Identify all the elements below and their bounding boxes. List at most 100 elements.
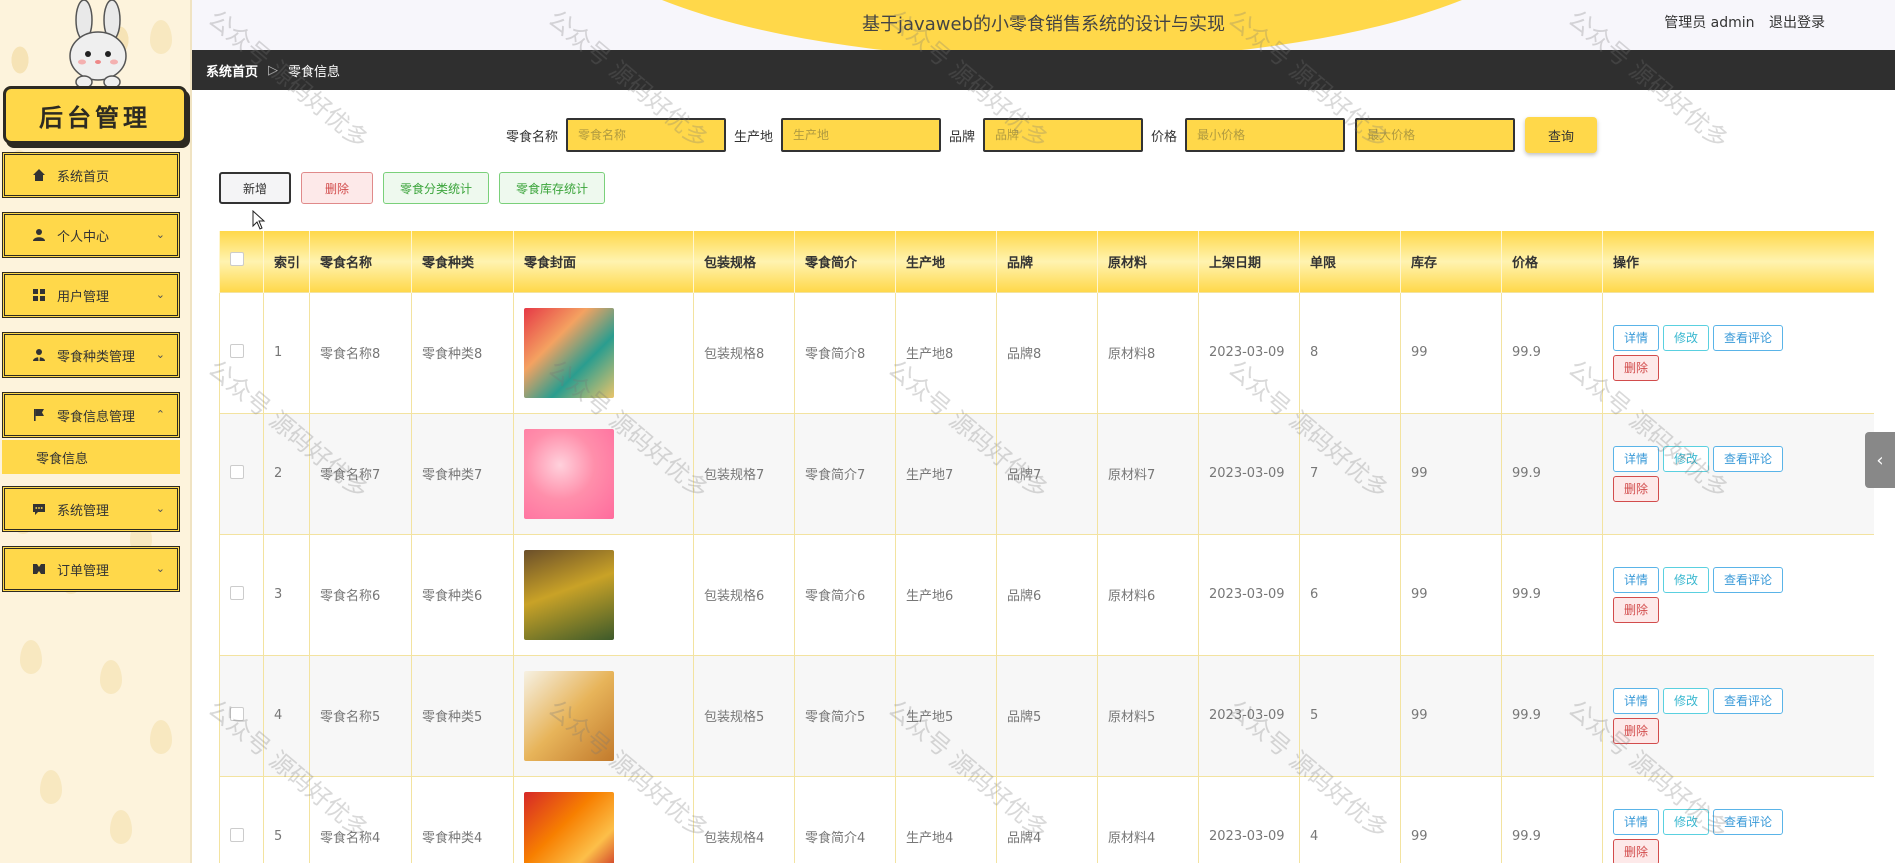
chevron-down-icon: ⌄ [155,348,165,361]
snack-cover-image [524,670,614,761]
table-row: 5 零食名称4 零食种类4 包装规格4 零食简介4 生产地4 品牌4 原材料4 2023-03-… [219,775,1874,863]
edit-button[interactable]: 修改 [1663,324,1710,351]
cell-limit: 5 [1299,654,1401,776]
row-checkbox[interactable] [230,827,244,842]
leaf-decoration [110,810,132,844]
cell-idx: 2 [263,412,310,534]
cell-spec: 包装规格8 [693,291,795,413]
delete-button[interactable]: 删除 [1613,596,1660,623]
view-reviews-button[interactable]: 查看评论 [1713,687,1784,714]
cell-price: 99.9 [1501,291,1603,413]
stock-stats-button[interactable]: 零食库存统计 [499,172,606,204]
detail-button[interactable]: 详情 [1613,445,1660,472]
sidebar-item-personal-center[interactable]: 个人中心 ⌄ [2,212,180,258]
column-header: 库存 [1400,231,1502,292]
leaf-decoration [150,720,172,754]
price-label: 价格 [1151,129,1178,145]
column-header: 原材料 [1097,231,1199,292]
breadcrumb-home[interactable]: 系统首页 [206,61,258,80]
cover-cell [513,412,694,534]
delete-button[interactable]: 删除 [1613,354,1660,381]
view-reviews-button[interactable]: 查看评论 [1713,445,1784,472]
brand-input[interactable] [983,118,1144,152]
table-header-row: 索引 零食名称 零食种类 零食封面 包装规格 零食简介 生产地 品牌 原材料 上… [219,231,1874,292]
origin-input[interactable] [781,118,942,152]
cell-stock: 99 [1400,412,1502,534]
detail-button[interactable]: 详情 [1613,566,1660,593]
cell-price: 99.9 [1501,533,1603,655]
row-checkbox[interactable] [230,464,244,479]
logout-link[interactable]: 退出登录 [1769,15,1825,31]
sidebar: 后台管理 系统首页 个人中心 ⌄ 用户管理 ⌄ 零食种类管理 ⌄ 零食信息管理 … [0,0,192,863]
row-select-cell [219,412,264,534]
edit-button[interactable]: 修改 [1663,687,1710,714]
snack-table: 索引 零食名称 零食种类 零食封面 包装规格 零食简介 生产地 品牌 原材料 上… [219,231,1874,863]
cell-name: 零食名称7 [309,412,412,534]
sidebar-item-snack-category[interactable]: 零食种类管理 ⌄ [2,332,180,378]
max-price-input[interactable] [1355,118,1516,152]
detail-button[interactable]: 详情 [1613,687,1660,714]
batch-delete-button[interactable]: 删除 [301,172,373,204]
user-icon [31,227,47,243]
cell-brand: 品牌6 [996,533,1098,655]
collapse-panel-button[interactable]: ‹ [1865,432,1895,488]
operations-cell: 详情 修改 查看评论删除 [1602,291,1874,413]
category-stats-button[interactable]: 零食分类统计 [383,172,490,204]
cell-material: 原材料6 [1097,533,1199,655]
sidebar-item-order-management[interactable]: 订单管理 ⌄ [2,546,180,592]
sidebar-item-home[interactable]: 系统首页 [2,152,180,198]
cell-price: 99.9 [1501,654,1603,776]
chevron-down-icon: ⌄ [155,288,165,301]
cell-type: 零食种类8 [411,291,514,413]
sidebar-subitem-snack-info[interactable]: 零食信息 [2,440,180,474]
operations-cell: 详情 修改 查看评论删除 [1602,412,1874,534]
sidebar-item-snack-info[interactable]: 零食信息管理 ⌃ [2,392,180,438]
cell-idx: 3 [263,533,310,655]
sidebar-item-user-management[interactable]: 用户管理 ⌄ [2,272,180,318]
rabbit-mascot-icon [69,0,127,88]
user-tie-icon [31,347,47,363]
sidebar-item-label: 零食信息管理 [57,409,136,425]
cell-name: 零食名称5 [309,654,412,776]
row-checkbox[interactable] [230,343,244,358]
cover-cell [513,533,694,655]
cell-price: 99.9 [1501,775,1603,863]
edit-button[interactable]: 修改 [1663,445,1710,472]
cell-intro: 零食简介6 [794,533,896,655]
view-reviews-button[interactable]: 查看评论 [1713,324,1784,351]
min-price-input[interactable] [1185,118,1346,152]
cell-date: 2023-03-09 [1198,291,1300,413]
cell-spec: 包装规格5 [693,654,795,776]
cell-limit: 7 [1299,412,1401,534]
select-all-checkbox[interactable] [230,252,244,267]
row-checkbox[interactable] [230,706,244,721]
column-header: 包装规格 [693,231,795,292]
view-reviews-button[interactable]: 查看评论 [1713,566,1784,593]
sidebar-logo: 后台管理 [3,86,187,144]
select-all-cell [219,231,264,292]
add-button[interactable]: 新增 [219,172,291,204]
sidebar-item-label: 零食种类管理 [57,349,136,365]
flag-icon [31,407,47,423]
table-row: 1 零食名称8 零食种类8 包装规格8 零食简介8 生产地8 品牌8 原材料8 2023-03-… [219,291,1874,413]
breadcrumb-separator-icon: ▷ [268,62,279,78]
snack-name-input[interactable] [566,118,727,152]
cell-name: 零食名称8 [309,291,412,413]
query-button[interactable]: 查询 [1525,117,1598,153]
delete-button[interactable]: 删除 [1613,475,1660,502]
sidebar-item-system-management[interactable]: 系统管理 ⌄ [2,486,180,532]
cell-type: 零食种类6 [411,533,514,655]
cell-name: 零食名称4 [309,775,412,863]
view-reviews-button[interactable]: 查看评论 [1713,808,1784,835]
detail-button[interactable]: 详情 [1613,324,1660,351]
delete-button[interactable]: 删除 [1613,717,1660,744]
cell-origin: 生产地7 [895,412,997,534]
action-bar: 新增 删除 零食分类统计 零食库存统计 [219,172,606,204]
edit-button[interactable]: 修改 [1663,566,1710,593]
edit-button[interactable]: 修改 [1663,808,1710,835]
detail-button[interactable]: 详情 [1613,808,1660,835]
table-row: 2 零食名称7 零食种类7 包装规格7 零食简介7 生产地7 品牌7 原材料7 2023-03-… [219,412,1874,534]
cell-origin: 生产地4 [895,775,997,863]
row-checkbox[interactable] [230,585,244,600]
delete-button[interactable]: 删除 [1613,838,1660,863]
